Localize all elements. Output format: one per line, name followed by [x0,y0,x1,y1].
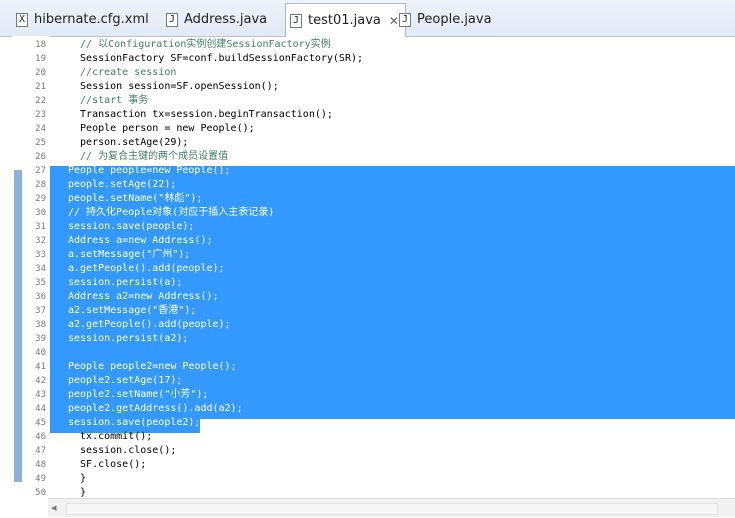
line-number: 36 [35,292,46,302]
code-line[interactable]: people.setAge(22); [68,178,735,192]
line-number: 33 [35,250,46,260]
code-line[interactable]: People people2=new People(); [68,360,735,374]
code-line[interactable]: a2.getPeople().add(people); [68,318,735,332]
line-number: 48 [35,460,46,470]
tab-test01-java[interactable]: J test01.java ✕ [285,3,406,37]
line-number: 35 [35,278,46,288]
line-number: 49 [35,474,46,484]
line-number: 21 [35,82,46,92]
tab-people-java[interactable]: J People.java [399,4,492,35]
line-number: 19 [35,54,46,64]
code-line[interactable]: a.setMessage("广州"); [68,248,735,262]
code-line[interactable]: Address a2=new Address(); [68,290,735,304]
code-line[interactable]: session.persist(a2); [68,332,735,346]
code-line[interactable]: session.save(people); [68,220,735,234]
code-line[interactable]: //create session [68,66,735,80]
tab-address-java[interactable]: J Address.java [166,4,267,35]
code-line[interactable]: // 以Configuration实例创建SessionFactory实例 [68,38,735,52]
tab-hibernate-cfg-xml[interactable]: X hibernate.cfg.xml [16,4,149,35]
line-number: 22 [35,96,46,106]
line-number: 39 [35,334,46,344]
line-number: 46 [35,432,46,442]
line-number: 28 [35,180,46,190]
line-number: 18 [35,40,46,50]
line-number: 50 [35,488,46,498]
code-line[interactable]: Address a=new Address(); [68,234,735,248]
line-number: 43 [35,390,46,400]
line-number: 30 [35,208,46,218]
code-area[interactable]: // 以Configuration实例创建SessionFactory实例 Se… [50,36,735,498]
line-number: 25 [35,138,46,148]
code-line[interactable]: } [68,472,735,486]
line-number: 42 [35,376,46,386]
line-number: 27 [35,166,46,176]
scrollbar-thumb[interactable] [66,503,718,515]
line-number: 45 [35,418,46,428]
code-line[interactable] [68,346,735,360]
code-line[interactable]: person.setAge(29); [68,136,735,150]
line-number: 47 [35,446,46,456]
line-number: 23 [35,110,46,120]
line-number: 32 [35,236,46,246]
code-line[interactable]: People people=new People(); [68,164,735,178]
overview-ruler [12,36,22,496]
line-number: 40 [35,348,46,358]
code-line[interactable]: //start 事务 [68,94,735,108]
line-number: 20 [35,68,46,78]
line-number: 37 [35,306,46,316]
line-number: 44 [35,404,46,414]
line-number: 29 [35,194,46,204]
code-line[interactable]: SF.close(); [68,458,735,472]
code-line[interactable]: Session session=SF.openSession(); [68,80,735,94]
close-icon[interactable]: ✕ [389,14,399,28]
tab-label: Address.java [184,12,268,27]
code-line[interactable]: people.setName("林彪"); [68,192,735,206]
java-file-icon: J [166,12,178,27]
code-line[interactable]: People person = new People(); [68,122,735,136]
line-number: 38 [35,320,46,330]
line-number: 26 [35,152,46,162]
code-line[interactable]: session.persist(a); [68,276,735,290]
scroll-left-icon[interactable]: ◂ [51,501,57,514]
code-line[interactable]: Transaction tx=session.beginTransaction(… [68,108,735,122]
selection-marker [14,170,22,482]
tab-label: test01.java [308,13,381,28]
code-line[interactable]: // 持久化People对象(对应于插入主表记录) [68,206,735,220]
line-number: 34 [35,264,46,274]
xml-file-icon: X [16,12,28,27]
tab-label: People.java [417,12,492,27]
code-line[interactable]: people2.setAge(17); [68,374,735,388]
line-number: 41 [35,362,46,372]
code-line[interactable]: session.close(); [68,444,735,458]
line-number: 31 [35,222,46,232]
tab-label: hibernate.cfg.xml [34,12,149,27]
code-line[interactable]: people2.getAddress().add(a2); [68,402,735,416]
java-file-icon: J [290,13,302,28]
code-editor[interactable]: // 以Configuration实例创建SessionFactory实例 Se… [0,36,735,518]
code-line[interactable]: a2.setMessage("香港"); [68,304,735,318]
code-line[interactable]: people2.setName("小芳"); [68,388,735,402]
editor-tab-bar: X hibernate.cfg.xml J Address.java J tes… [0,0,735,37]
line-number: 24 [35,124,46,134]
horizontal-scrollbar[interactable]: ◂ [48,498,735,517]
code-line[interactable]: a.getPeople().add(people); [68,262,735,276]
code-line[interactable]: tx.commit(); [68,430,735,444]
code-line[interactable]: SessionFactory SF=conf.buildSessionFacto… [68,52,735,66]
code-line[interactable]: // 为复合主键的两个成员设置值 [68,150,735,164]
java-file-icon: J [399,12,411,27]
code-line[interactable]: session.save(people2); [68,416,735,430]
